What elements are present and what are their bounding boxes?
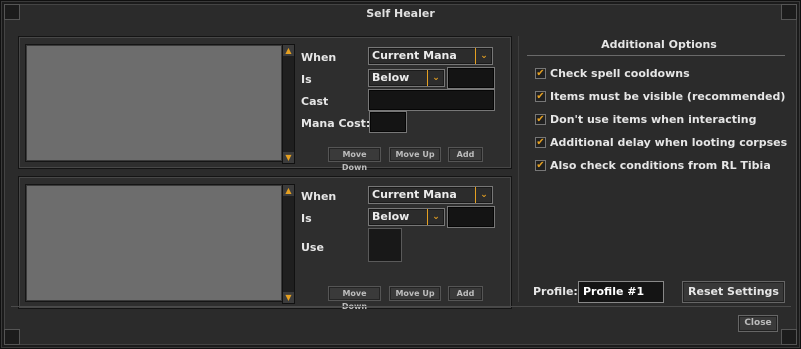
checkmark-icon[interactable]: ✔ [535,136,546,148]
option-label: Check spell cooldowns [550,67,690,80]
when-dropdown[interactable]: Current Mana ⌄ [368,186,493,204]
is-dropdown[interactable]: Below ⌄ [368,208,445,226]
options-divider [527,55,785,56]
when-label: When [301,51,337,64]
checkmark-icon[interactable]: ✔ [535,113,546,125]
spell-list-scrollbar[interactable]: ▲ ▼ [282,44,295,164]
use-label: Use [301,241,324,254]
option-items-visible[interactable]: ✔ Items must be visible (recommended) [535,90,785,104]
option-rl-tibia-conditions[interactable]: ✔ Also check conditions from RL Tibia [535,159,771,173]
is-label: Is [301,212,312,225]
option-dont-use-items[interactable]: ✔ Don't use items when interacting [535,113,757,127]
threshold-input[interactable] [447,206,495,228]
item-list[interactable] [25,184,283,302]
move-down-button[interactable]: Move Down [328,286,381,311]
self-healer-window: Self Healer ▲ ▼ When Current Mana ⌄ Is B… [0,0,801,349]
option-label: Also check conditions from RL Tibia [550,159,771,172]
reset-settings-button[interactable]: Reset Settings [682,281,785,303]
spell-list[interactable] [25,44,283,162]
is-dropdown-value: Below [372,71,410,84]
chevron-down-icon[interactable]: ⌄ [475,187,492,203]
arrow-down-icon[interactable]: ▼ [283,292,294,303]
option-label: Items must be visible (recommended) [550,90,786,103]
profile-label: Profile: [533,285,578,298]
section-divider [518,36,519,302]
when-label: When [301,190,337,203]
move-up-button[interactable]: Move Up [389,286,441,301]
window-title: Self Healer [366,7,435,20]
chevron-down-icon[interactable]: ⌄ [427,70,444,86]
option-looting-delay[interactable]: ✔ Additional delay when looting corpses [535,136,787,150]
close-button[interactable]: Close [738,315,778,332]
option-label: Don't use items when interacting [550,113,757,126]
mana-cost-input[interactable] [369,111,407,133]
option-check-spell-cooldowns[interactable]: ✔ Check spell cooldowns [535,67,690,81]
when-dropdown-value: Current Mana [372,49,457,62]
when-dropdown[interactable]: Current Mana ⌄ [368,47,493,65]
item-slot[interactable] [368,228,402,262]
is-dropdown-value: Below [372,210,410,223]
footer-divider [11,306,791,307]
arrow-up-icon[interactable]: ▲ [283,45,294,56]
corner-ornament [781,329,797,345]
spell-name-input[interactable] [368,89,495,111]
checkmark-icon[interactable]: ✔ [535,159,546,171]
add-button[interactable]: Add [448,286,483,301]
threshold-input[interactable] [447,67,495,89]
corner-ornament [4,329,20,345]
is-dropdown[interactable]: Below ⌄ [368,69,445,87]
is-label: Is [301,73,312,86]
arrow-up-icon[interactable]: ▲ [283,185,294,196]
healer-panel-spell: ▲ ▼ When Current Mana ⌄ Is Below ⌄ Cast … [18,36,512,172]
add-button[interactable]: Add [448,147,483,162]
mana-cost-label: Mana Cost: [301,117,371,130]
arrow-down-icon[interactable]: ▼ [283,152,294,163]
cast-label: Cast [301,95,329,108]
when-dropdown-value: Current Mana [372,188,457,201]
additional-options-title: Additional Options [601,38,717,51]
healer-panel-item: ▲ ▼ When Current Mana ⌄ Is Below ⌄ Use M… [18,176,512,311]
move-down-button[interactable]: Move Down [328,147,381,172]
profile-input[interactable]: Profile #1 [578,281,664,303]
chevron-down-icon[interactable]: ⌄ [475,48,492,64]
option-label: Additional delay when looting corpses [550,136,788,149]
checkmark-icon[interactable]: ✔ [535,90,546,102]
item-list-scrollbar[interactable]: ▲ ▼ [282,184,295,304]
chevron-down-icon[interactable]: ⌄ [427,209,444,225]
checkmark-icon[interactable]: ✔ [535,67,546,79]
move-up-button[interactable]: Move Up [389,147,441,162]
